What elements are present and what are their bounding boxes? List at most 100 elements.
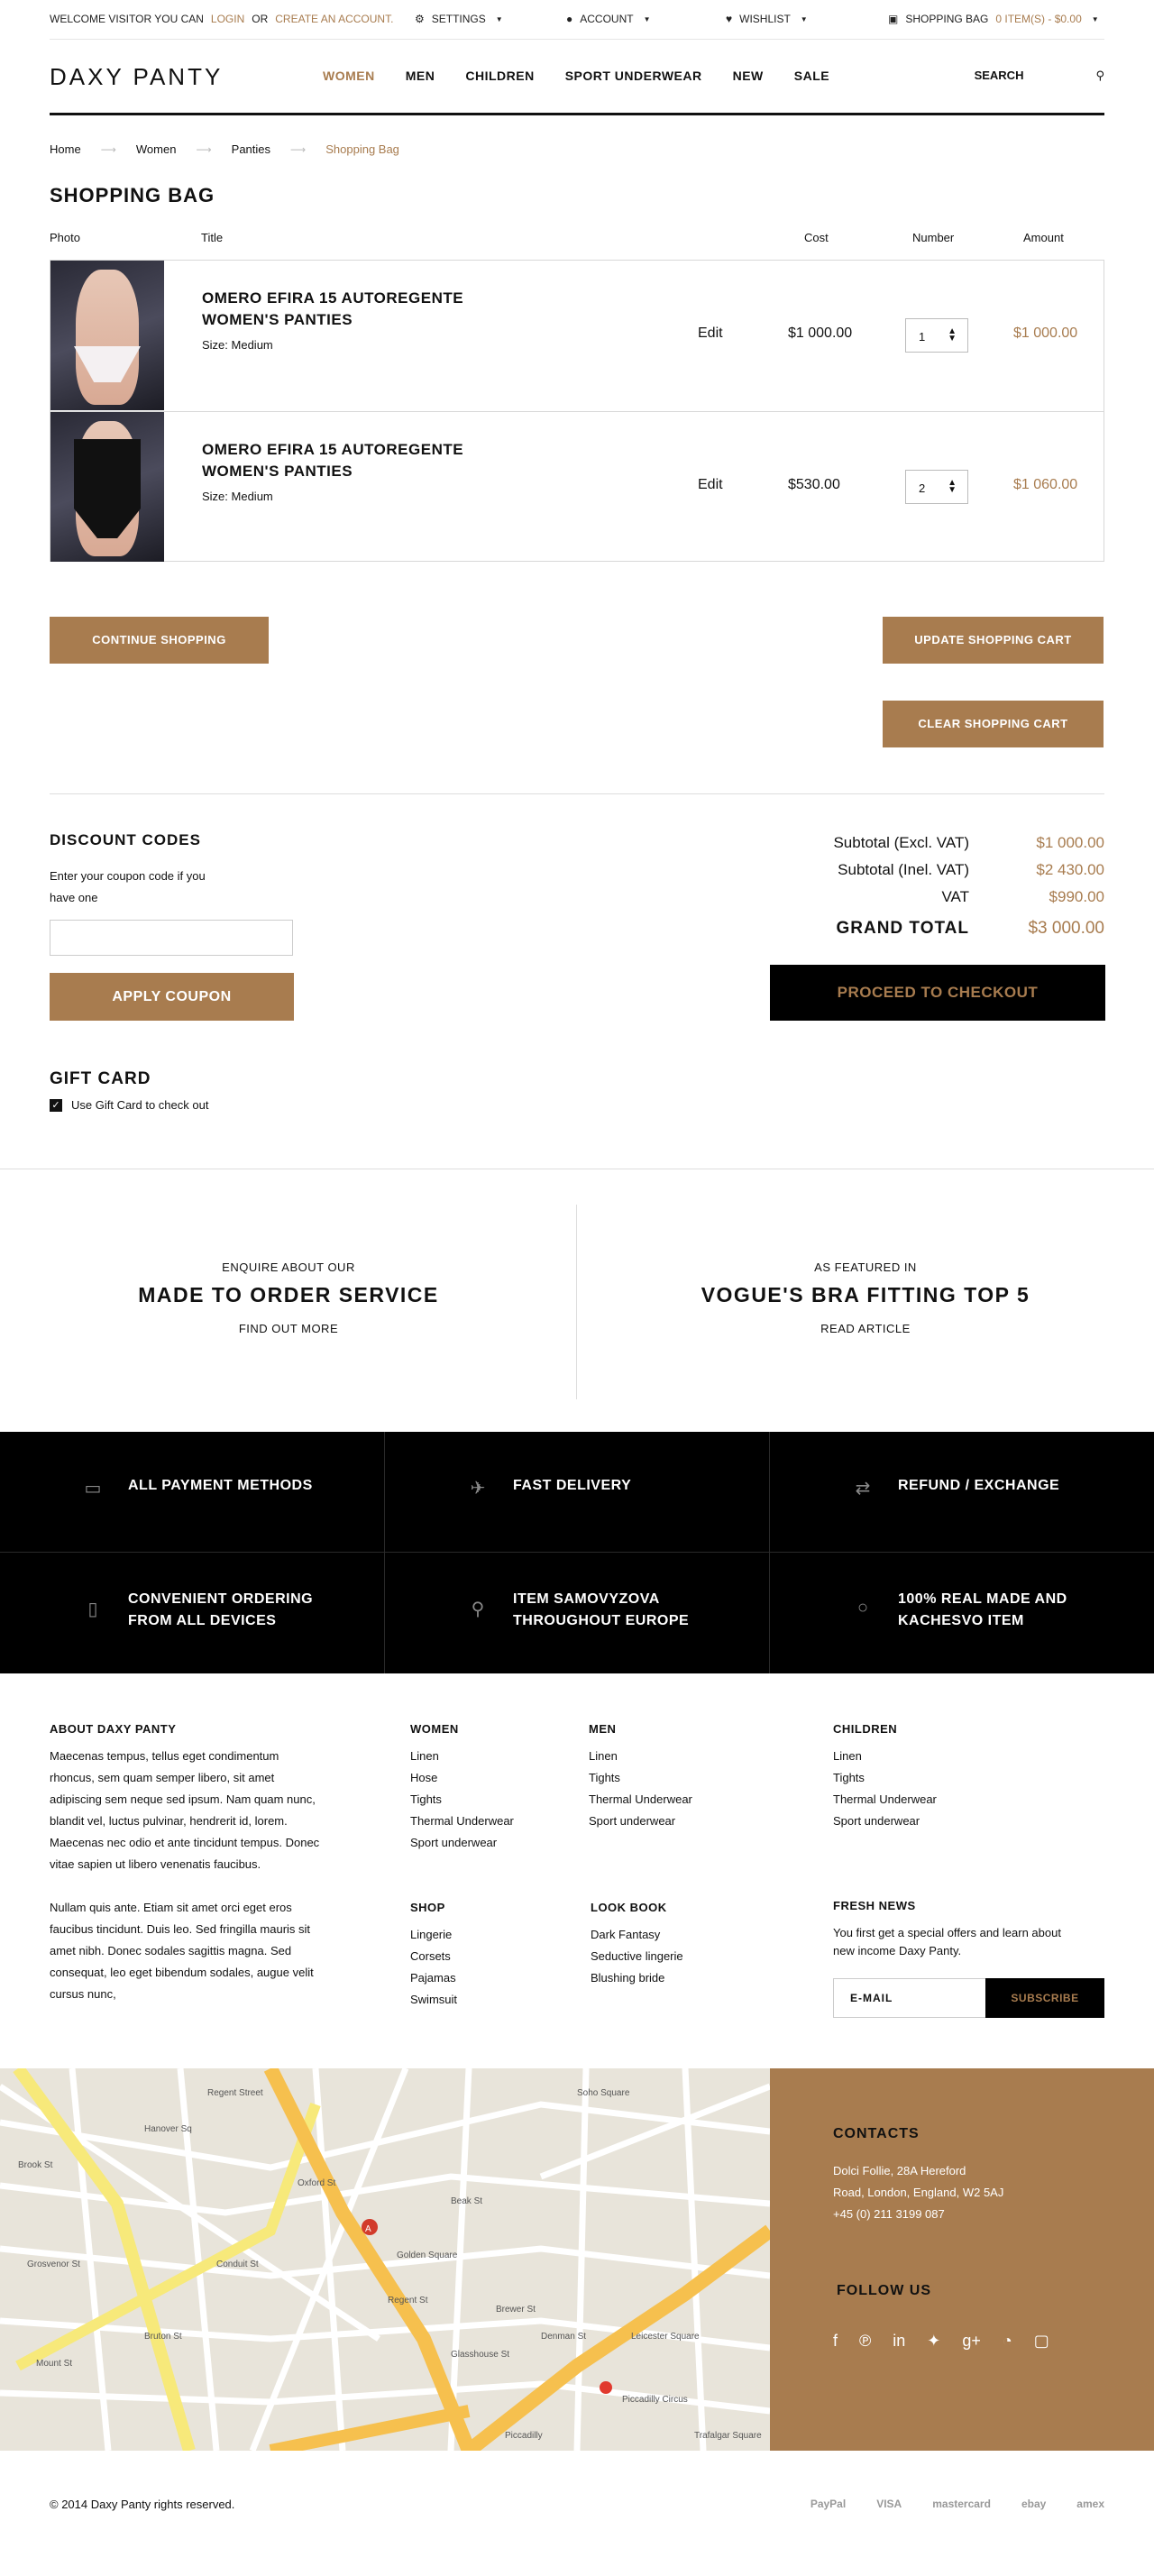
email-input[interactable]: E-MAIL bbox=[833, 1978, 986, 2018]
stepper-arrows-icon[interactable]: ▲ ▼ bbox=[948, 479, 957, 495]
subscribe-button[interactable]: SUBSCRIBE bbox=[985, 1978, 1104, 2018]
footer-link[interactable]: Hose bbox=[410, 1767, 514, 1789]
wishlist-menu[interactable]: ♥ WISHLIST ▼ bbox=[726, 13, 808, 25]
header-title: Title bbox=[201, 231, 224, 244]
clear-cart-button[interactable]: CLEAR SHOPPING CART bbox=[883, 701, 1104, 747]
location-map[interactable]: A Regent Street Hanover Sq Brook St Oxfo… bbox=[0, 2068, 770, 2451]
continue-shopping-button[interactable]: CONTINUE SHOPPING bbox=[50, 617, 269, 664]
subtotal-excl-value: $1 000.00 bbox=[1036, 834, 1104, 851]
apply-coupon-button[interactable]: APPLY COUPON bbox=[50, 973, 294, 1021]
product-name[interactable]: OMERO EFIRA 15 AUTOREGENTE WOMEN'S PANTI… bbox=[202, 288, 490, 331]
breadcrumb-panties[interactable]: Panties bbox=[232, 142, 270, 156]
search-icon[interactable]: ⚲ bbox=[1095, 69, 1104, 83]
footer-link[interactable]: Sport underwear bbox=[833, 1811, 937, 1832]
grand-total-value: $3 000.00 bbox=[1028, 919, 1104, 938]
search-label[interactable]: SEARCH bbox=[975, 69, 1024, 83]
footer-link[interactable]: Thermal Underwear bbox=[589, 1789, 692, 1811]
footer-link[interactable]: Thermal Underwear bbox=[410, 1811, 514, 1832]
facebook-icon[interactable]: f bbox=[833, 2332, 838, 2351]
mobile-icon: ▯ bbox=[87, 1600, 98, 1619]
footer-link[interactable]: Blushing bride bbox=[591, 1967, 683, 1989]
account-label: ACCOUNT bbox=[580, 13, 634, 25]
nav-sport-underwear[interactable]: SPORT UNDERWEAR bbox=[565, 69, 702, 83]
contacts-title: CONTACTS bbox=[833, 2126, 920, 2141]
linkedin-icon[interactable]: in bbox=[893, 2332, 905, 2351]
update-cart-button[interactable]: UPDATE SHOPPING CART bbox=[883, 617, 1104, 664]
wishlist-label: WISHLIST bbox=[739, 13, 791, 25]
edit-link[interactable]: Edit bbox=[698, 325, 723, 342]
shopping-bag-menu[interactable]: ▣ SHOPPING BAG 0 ITEM(S) - $0.00 ▼ bbox=[888, 13, 1099, 25]
amex-icon: amex bbox=[1076, 2498, 1104, 2510]
login-link[interactable]: LOGIN bbox=[211, 13, 244, 25]
footer-link[interactable]: Tights bbox=[589, 1767, 692, 1789]
promo-link[interactable]: READ ARTICLE bbox=[577, 1322, 1154, 1335]
about-title: ABOUT DAXY PANTY bbox=[50, 1722, 177, 1736]
footer-link[interactable]: Linen bbox=[833, 1746, 937, 1767]
quantity-stepper[interactable]: 1 ▲ ▼ bbox=[905, 318, 968, 353]
footer-link[interactable]: Lingerie bbox=[410, 1924, 457, 1946]
footer-link[interactable]: Pajamas bbox=[410, 1967, 457, 1989]
pinterest-icon[interactable]: ℗ bbox=[859, 2332, 871, 2351]
copyright: © 2014 Daxy Panty rights reserved. bbox=[50, 2498, 235, 2511]
nav-sale[interactable]: SALE bbox=[794, 69, 829, 83]
bag-count: 0 ITEM(S) - $0.00 bbox=[995, 13, 1082, 25]
address-line: Dolci Follie, 28A Hereford bbox=[833, 2164, 966, 2177]
feature-text: 100% REAL MADE AND bbox=[898, 1591, 1067, 1607]
footer-link[interactable]: Linen bbox=[410, 1746, 514, 1767]
settings-menu[interactable]: ⚙ SETTINGS ▼ bbox=[415, 13, 503, 25]
footer-link[interactable]: Seductive lingerie bbox=[591, 1946, 683, 1967]
footer-link[interactable]: Tights bbox=[410, 1789, 514, 1811]
account-menu[interactable]: ● ACCOUNT ▼ bbox=[566, 13, 651, 25]
rss-icon[interactable]: ◔ bbox=[1003, 2332, 1012, 2351]
nav-men[interactable]: MEN bbox=[406, 69, 435, 83]
nav-children[interactable]: CHILDREN bbox=[465, 69, 534, 83]
site-logo[interactable]: DAXY PANTY bbox=[50, 63, 223, 91]
cart-table: OMERO EFIRA 15 AUTOREGENTE WOMEN'S PANTI… bbox=[50, 260, 1104, 562]
product-name[interactable]: OMERO EFIRA 15 AUTOREGENTE WOMEN'S PANTI… bbox=[202, 439, 490, 482]
phone-number[interactable]: +45 (0) 211 3199 087 bbox=[833, 2204, 1003, 2225]
search-box[interactable]: SEARCH ⚲ bbox=[975, 69, 1104, 83]
product-photo[interactable] bbox=[50, 261, 164, 410]
google-plus-icon[interactable]: g+ bbox=[962, 2332, 981, 2351]
subtotal-incl-value: $2 430.00 bbox=[1036, 861, 1104, 878]
quantity-stepper[interactable]: 2 ▲ ▼ bbox=[905, 470, 968, 504]
promo-vogue[interactable]: AS FEATURED IN VOGUE'S BRA FITTING TOP 5… bbox=[577, 1260, 1154, 1335]
footer-link[interactable]: Dark Fantasy bbox=[591, 1924, 683, 1946]
product-photo[interactable] bbox=[50, 412, 164, 562]
footer-link[interactable]: Thermal Underwear bbox=[833, 1789, 937, 1811]
circle-icon: ○ bbox=[856, 1598, 869, 1618]
nav-women[interactable]: WOMEN bbox=[323, 69, 375, 83]
checkout-button[interactable]: PROCEED TO CHECKOUT bbox=[770, 965, 1105, 1021]
coupon-input[interactable] bbox=[50, 920, 293, 956]
stepper-arrows-icon[interactable]: ▲ ▼ bbox=[948, 327, 957, 344]
subtotal-incl-label: Subtotal (Inel. VAT) bbox=[838, 861, 969, 878]
credit-card-icon: ▭ bbox=[84, 1479, 102, 1499]
footer-link[interactable]: Corsets bbox=[410, 1946, 457, 1967]
twitter-icon[interactable]: ✦ bbox=[927, 2332, 940, 2351]
promo-headline: MADE TO ORDER SERVICE bbox=[138, 1283, 439, 1306]
footer-link[interactable]: Sport underwear bbox=[410, 1832, 514, 1854]
footer-link[interactable]: Swimsuit bbox=[410, 1989, 457, 2011]
caret-down-icon: ▼ bbox=[1091, 14, 1099, 23]
instagram-icon[interactable]: ▢ bbox=[1034, 2332, 1049, 2351]
footer-link[interactable]: Sport underwear bbox=[589, 1811, 692, 1832]
footer-link[interactable]: Linen bbox=[589, 1746, 692, 1767]
gift-card-option[interactable]: ✓ Use Gift Card to check out bbox=[50, 1098, 208, 1112]
footer-link[interactable]: Tights bbox=[833, 1767, 937, 1789]
social-links: f ℗ in ✦ g+ ◔ ▢ bbox=[833, 2332, 1049, 2351]
gift-card-checkbox[interactable]: ✓ bbox=[50, 1098, 62, 1112]
feature-text: REFUND / EXCHANGE bbox=[898, 1478, 1060, 1493]
edit-link[interactable]: Edit bbox=[698, 477, 723, 493]
header-number: Number bbox=[912, 231, 955, 244]
welcome-text: WELCOME VISITOR YOU CAN bbox=[50, 13, 204, 25]
promo-link[interactable]: FIND OUT MORE bbox=[0, 1322, 577, 1335]
breadcrumb-home[interactable]: Home bbox=[50, 142, 81, 156]
promo-made-to-order[interactable]: ENQUIRE ABOUT OUR MADE TO ORDER SERVICE … bbox=[0, 1260, 577, 1335]
promo-kicker: ENQUIRE ABOUT OUR bbox=[222, 1260, 355, 1274]
feature-text: FROM ALL DEVICES bbox=[128, 1613, 277, 1628]
create-account-link[interactable]: CREATE AN ACCOUNT. bbox=[275, 13, 393, 25]
nav-new[interactable]: NEW bbox=[733, 69, 764, 83]
map-label: Glasshouse St bbox=[451, 2350, 509, 2360]
breadcrumb-women[interactable]: Women bbox=[136, 142, 177, 156]
vat-label: VAT bbox=[941, 888, 969, 905]
